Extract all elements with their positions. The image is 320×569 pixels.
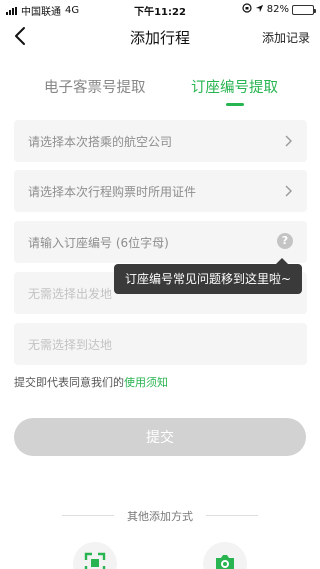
status-bar: 中国联通 4G 下午11:22 82% (0, 0, 320, 18)
navigation-bar: 添加行程 添加记录 (0, 18, 320, 54)
scan-button[interactable] (73, 542, 117, 569)
camera-button[interactable] (203, 542, 247, 569)
tooltip-text: 订座编号常见问题移到这里啦~ (124, 272, 292, 286)
camera-icon (216, 555, 234, 569)
booking-number-tooltip[interactable]: 订座编号常见问题移到这里啦~ (114, 258, 302, 294)
tab-ticket-number[interactable]: 电子客票号提取 (44, 76, 146, 97)
agreement-text: 提交即代表同意我们的使用须知 (14, 374, 168, 390)
other-methods-title: 其他添加方式 (127, 510, 193, 523)
terms-link[interactable]: 使用须知 (124, 376, 168, 389)
tab-booking-number[interactable]: 订座编号提取 (191, 76, 278, 97)
airline-select[interactable]: 请选择本次搭乘的航空公司 (14, 120, 307, 162)
tooltip-arrow (276, 258, 288, 264)
origin-placeholder: 无需选择出发地 (28, 287, 113, 301)
location-icon (255, 4, 264, 16)
booking-number-placeholder: 请输入订座编号 (6位字母) (28, 236, 169, 250)
scan-icon (84, 552, 106, 569)
destination-placeholder: 无需选择到达地 (28, 338, 113, 352)
agreement-prefix: 提交即代表同意我们的 (14, 376, 124, 389)
booking-number-input[interactable]: 请输入订座编号 (6位字母) ? (14, 221, 307, 263)
airline-placeholder: 请选择本次搭乘的航空公司 (28, 135, 173, 149)
id-document-placeholder: 请选择本次行程购票时所用证件 (28, 185, 197, 199)
active-tab-indicator (226, 103, 244, 106)
divider-right (206, 515, 258, 516)
chevron-right-icon (285, 185, 292, 197)
destination-field: 无需选择到达地 (14, 323, 307, 365)
add-record-button[interactable]: 添加记录 (262, 29, 310, 46)
battery-percent: 82% (266, 4, 289, 15)
chevron-right-icon (285, 135, 292, 147)
tab-bar: 电子客票号提取 订座编号提取 (0, 54, 320, 110)
help-icon[interactable]: ? (277, 233, 293, 249)
battery-icon (292, 4, 316, 15)
submit-button[interactable]: 提交 (14, 418, 306, 456)
orientation-lock-icon (242, 3, 252, 16)
id-document-select[interactable]: 请选择本次行程购票时所用证件 (14, 170, 307, 212)
status-right: 82% (242, 3, 316, 16)
